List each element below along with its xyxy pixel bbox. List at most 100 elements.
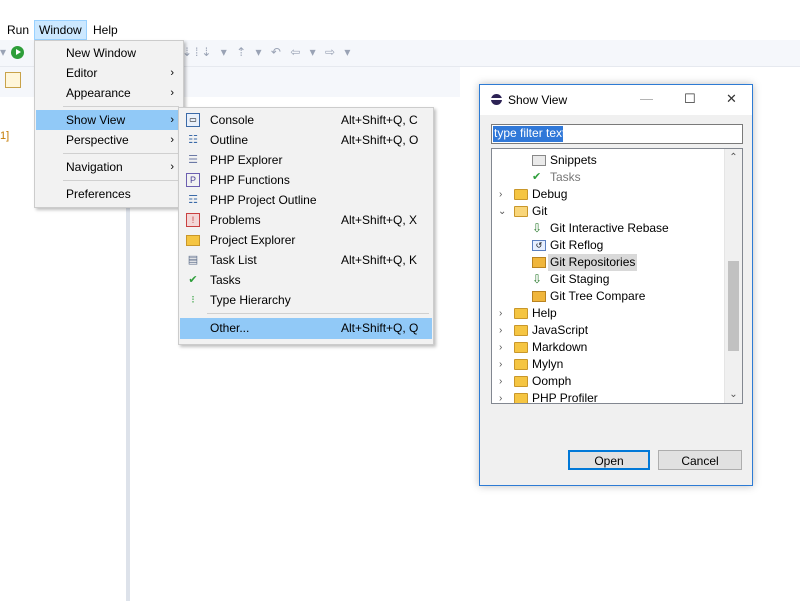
chevron-down-icon[interactable]: ⌄ <box>498 203 508 220</box>
snippets-icon <box>532 155 546 166</box>
toolbar-overflow-icon[interactable]: ▾ <box>0 45 6 59</box>
console-icon: ▭ <box>186 113 200 127</box>
menu-item-outline[interactable]: ☷ Outline Alt+Shift+Q, O <box>180 130 432 150</box>
tree-item-git-interactive-rebase[interactable]: ⇩ Git Interactive Rebase <box>492 220 722 237</box>
left-panel-label: 1] <box>0 130 10 142</box>
maximize-button[interactable]: ☐ <box>684 91 696 107</box>
filter-input[interactable] <box>492 125 742 141</box>
hierarchy-icon[interactable] <box>5 72 21 88</box>
menu-bar: Run Window Help <box>0 20 800 40</box>
menu-item-show-view[interactable]: Show View › <box>36 110 182 130</box>
menu-separator <box>207 313 429 314</box>
navigation-toolbar-icons[interactable]: ⇣⁞⇣ ▾ ⇡ ▾ ↶ ⇦ ▾ ⇨ ▾ <box>182 45 353 59</box>
chevron-right-icon: › <box>170 161 174 173</box>
tree-item-git[interactable]: ⌄ Git <box>492 203 722 220</box>
run-icon[interactable] <box>11 46 24 59</box>
tree-item-mylyn[interactable]: › Mylyn <box>492 356 722 373</box>
filter-field <box>491 124 743 144</box>
scroll-down-icon[interactable]: ⌄ <box>725 386 742 403</box>
chevron-right-icon[interactable]: › <box>499 356 509 373</box>
tasks-icon: ✔ <box>532 171 542 183</box>
php-project-outline-icon: ☶ <box>188 194 198 206</box>
menu-item-editor[interactable]: Editor › <box>36 63 182 83</box>
folder-icon <box>514 325 528 336</box>
chevron-right-icon[interactable]: › <box>499 186 509 203</box>
rebase-icon: ⇩ <box>532 221 543 235</box>
eclipse-logo-icon <box>491 94 502 105</box>
chevron-right-icon: › <box>170 67 174 79</box>
menu-item-other[interactable]: Other... Alt+Shift+Q, Q <box>180 318 432 339</box>
tree-item-debug[interactable]: › Debug <box>492 186 722 203</box>
dialog-title-bar[interactable]: Show View — ☐ ✕ <box>480 85 752 115</box>
chevron-right-icon[interactable]: › <box>499 339 509 356</box>
tree-item-git-reflog[interactable]: ↺ Git Reflog <box>492 237 722 254</box>
show-view-menu: ▭ Console Alt+Shift+Q, C ☷ Outline Alt+Shi… <box>178 107 434 345</box>
view-tree: Snippets ✔ Tasks › Debug ⌄ Git ⇩ Git Int… <box>491 148 743 404</box>
git-repository-icon <box>532 257 546 268</box>
type-hierarchy-icon: ⁝ <box>191 294 195 306</box>
tasks-icon: ✔ <box>188 274 198 286</box>
chevron-right-icon: › <box>170 114 174 126</box>
menu-help[interactable]: Help <box>89 21 122 39</box>
menu-item-console[interactable]: ▭ Console Alt+Shift+Q, C <box>180 110 432 130</box>
scroll-up-icon[interactable]: ⌃ <box>725 149 742 166</box>
chevron-right-icon[interactable]: › <box>499 390 509 403</box>
folder-open-icon <box>514 206 528 217</box>
window-menu: New Window Editor › Appearance › Show View… <box>34 40 184 208</box>
chevron-right-icon[interactable]: › <box>499 305 509 322</box>
tree-item-help[interactable]: › Help <box>492 305 722 322</box>
scrollbar-thumb[interactable] <box>728 261 739 351</box>
folder-icon <box>514 393 528 403</box>
cancel-button[interactable]: Cancel <box>658 450 742 470</box>
menu-run[interactable]: Run <box>3 21 33 39</box>
open-button[interactable]: Open <box>568 450 650 470</box>
folder-icon <box>514 359 528 370</box>
menu-item-new-window[interactable]: New Window <box>36 43 182 63</box>
tree-item-snippets[interactable]: Snippets <box>492 152 722 169</box>
tree-item-git-tree-compare[interactable]: Git Tree Compare <box>492 288 722 305</box>
folder-icon <box>514 189 528 200</box>
menu-item-tasks[interactable]: ✔ Tasks <box>180 270 432 290</box>
reflog-icon: ↺ <box>532 240 546 251</box>
tree-scrollbar[interactable]: ⌃ ⌄ <box>724 149 742 403</box>
menu-item-preferences[interactable]: Preferences <box>36 184 182 204</box>
menu-separator <box>63 180 179 181</box>
menu-item-php-project-outline[interactable]: ☶ PHP Project Outline <box>180 190 432 210</box>
folder-icon <box>514 376 528 387</box>
folder-icon <box>514 342 528 353</box>
staging-icon: ⇩ <box>532 272 543 286</box>
chevron-right-icon[interactable]: › <box>499 373 509 390</box>
menu-item-project-explorer[interactable]: Project Explorer <box>180 230 432 250</box>
tree-item-php-profiler[interactable]: › PHP Profiler <box>492 390 722 403</box>
outline-icon: ☷ <box>188 134 198 146</box>
task-list-icon: ▤ <box>187 254 199 266</box>
menu-item-type-hierarchy[interactable]: ⁝ Type Hierarchy <box>180 290 432 310</box>
menu-item-problems[interactable]: ! Problems Alt+Shift+Q, X <box>180 210 432 230</box>
chevron-right-icon[interactable]: › <box>499 322 509 339</box>
close-button[interactable]: ✕ <box>726 91 737 107</box>
menu-item-php-explorer[interactable]: ☰ PHP Explorer <box>180 150 432 170</box>
menu-separator <box>63 106 179 107</box>
tree-item-git-repositories[interactable]: Git Repositories <box>492 254 722 271</box>
tree-item-tasks[interactable]: ✔ Tasks <box>492 169 722 186</box>
minimize-button[interactable]: — <box>640 91 653 106</box>
chevron-right-icon: › <box>170 134 174 146</box>
menu-item-appearance[interactable]: Appearance › <box>36 83 182 103</box>
problems-icon: ! <box>186 213 200 227</box>
menu-separator <box>63 153 179 154</box>
tree-item-git-staging[interactable]: ⇩ Git Staging <box>492 271 722 288</box>
dialog-title: Show View <box>508 93 568 107</box>
php-explorer-icon: ☰ <box>188 154 198 166</box>
tree-item-javascript[interactable]: › JavaScript <box>492 322 722 339</box>
tree-compare-icon <box>532 291 546 302</box>
tree-item-markdown[interactable]: › Markdown <box>492 339 722 356</box>
menu-window[interactable]: Window <box>34 20 87 40</box>
menu-item-navigation[interactable]: Navigation › <box>36 157 182 177</box>
project-explorer-icon <box>186 235 200 246</box>
chevron-right-icon: › <box>170 87 174 99</box>
menu-item-php-functions[interactable]: P PHP Functions <box>180 170 432 190</box>
menu-item-task-list[interactable]: ▤ Task List Alt+Shift+Q, K <box>180 250 432 270</box>
menu-item-perspective[interactable]: Perspective › <box>36 130 182 150</box>
tree-item-oomph[interactable]: › Oomph <box>492 373 722 390</box>
php-functions-icon: P <box>186 173 200 187</box>
